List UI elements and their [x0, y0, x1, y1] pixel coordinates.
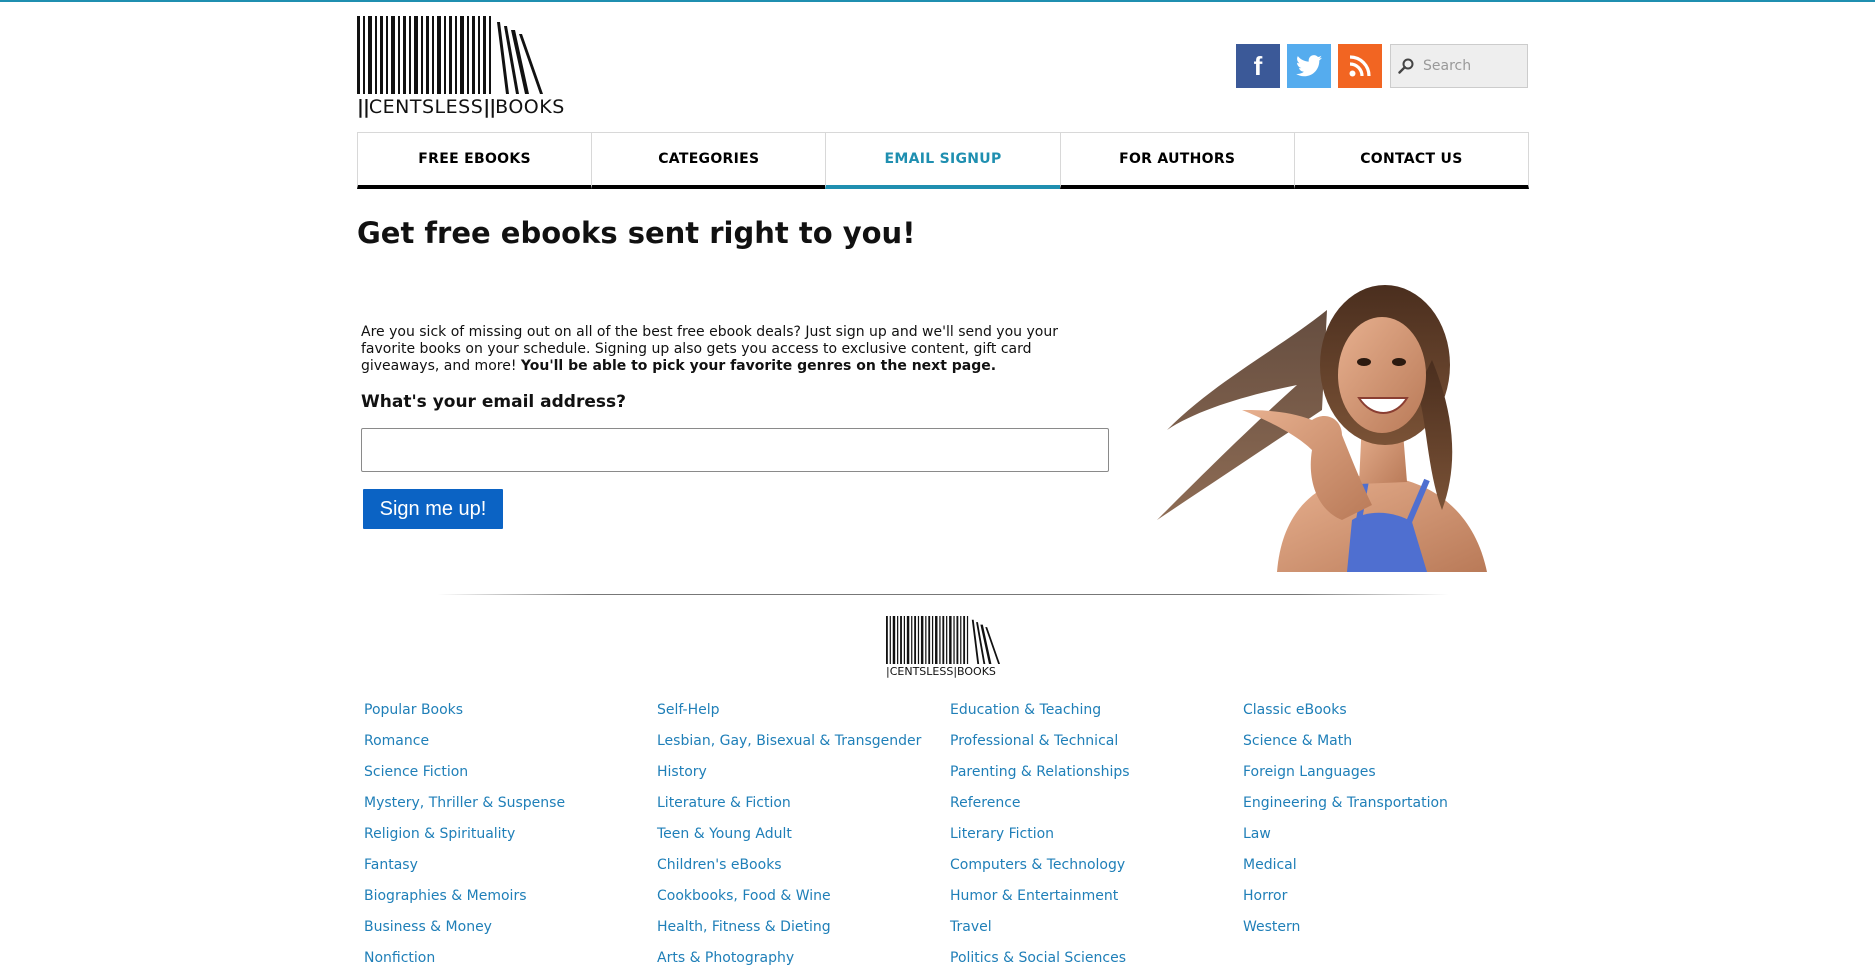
category-column-2: Self-Help Lesbian, Gay, Bisexual & Trans…: [657, 700, 950, 979]
category-link[interactable]: History: [657, 762, 950, 793]
footer-logo-word-right: BOOKS: [957, 665, 996, 678]
category-link[interactable]: Health, Fitness & Dieting: [657, 917, 950, 948]
category-link[interactable]: Humor & Entertainment: [950, 886, 1243, 917]
category-link[interactable]: Science & Math: [1243, 731, 1536, 762]
category-link[interactable]: Parenting & Relationships: [950, 762, 1243, 793]
sign-me-up-button[interactable]: Sign me up!: [363, 489, 503, 529]
logo-wordmark: ||CENTSLESS||BOOKS: [357, 96, 565, 118]
category-link[interactable]: Travel: [950, 917, 1243, 948]
social-links: f: [1236, 44, 1382, 88]
tab-for-authors[interactable]: FOR AUTHORS: [1059, 132, 1294, 189]
tab-email-signup[interactable]: EMAIL SIGNUP: [825, 132, 1060, 189]
search-box: [1390, 44, 1528, 88]
category-column-4: Classic eBooks Science & Math Foreign La…: [1243, 700, 1536, 979]
tab-contact-us[interactable]: CONTACT US: [1293, 132, 1530, 189]
tab-free-ebooks[interactable]: FREE EBOOKS: [357, 132, 592, 189]
facebook-icon: f: [1253, 50, 1263, 81]
category-link[interactable]: Science Fiction: [364, 762, 657, 793]
barcode-books-logo-graphic: [357, 16, 543, 94]
category-link[interactable]: Business & Money: [364, 917, 657, 948]
category-link[interactable]: Cookbooks, Food & Wine: [657, 886, 950, 917]
category-link[interactable]: Romance: [364, 731, 657, 762]
footer-logo-wordmark: |CENTSLESS|BOOKS: [886, 665, 996, 678]
category-link[interactable]: Children's eBooks: [657, 855, 950, 886]
footer-logo-word-left: CENTSLESS: [889, 665, 954, 678]
category-link[interactable]: Literature & Fiction: [657, 793, 950, 824]
category-link[interactable]: Fantasy: [364, 855, 657, 886]
category-link[interactable]: Medical: [1243, 855, 1536, 886]
email-field[interactable]: [361, 428, 1109, 472]
category-link[interactable]: Foreign Languages: [1243, 762, 1536, 793]
rss-button[interactable]: [1338, 44, 1382, 88]
footer-barcode-logo-graphic: [886, 616, 1000, 664]
logo-word-right: BOOKS: [495, 96, 565, 118]
footer-divider: [437, 594, 1449, 595]
category-link[interactable]: Western: [1243, 917, 1536, 948]
signup-intro: Are you sick of missing out on all of th…: [361, 324, 1101, 375]
category-link[interactable]: Self-Help: [657, 700, 950, 731]
logo-word-left: CENTSLESS: [368, 96, 484, 118]
email-label: What's your email address?: [361, 392, 626, 412]
site-logo[interactable]: ||CENTSLESS||BOOKS: [357, 14, 565, 118]
tab-categories[interactable]: CATEGORIES: [591, 132, 826, 189]
smiling-woman-pointing-image: [1157, 285, 1487, 572]
category-link[interactable]: Engineering & Transportation: [1243, 793, 1536, 824]
footer-logo[interactable]: |CENTSLESS|BOOKS: [886, 616, 1000, 678]
category-link[interactable]: Classic eBooks: [1243, 700, 1536, 731]
search-input[interactable]: [1421, 45, 1525, 87]
twitter-icon: [1296, 55, 1322, 77]
category-column-1: Popular Books Romance Science Fiction My…: [364, 700, 657, 979]
category-link[interactable]: Law: [1243, 824, 1536, 855]
category-link[interactable]: Reference: [950, 793, 1243, 824]
category-link[interactable]: Teen & Young Adult: [657, 824, 950, 855]
footer-categories: Popular Books Romance Science Fiction My…: [364, 700, 1536, 979]
category-link[interactable]: Lesbian, Gay, Bisexual & Transgender: [657, 731, 950, 762]
category-link[interactable]: Biographies & Memoirs: [364, 886, 657, 917]
category-column-3: Education & Teaching Professional & Tech…: [950, 700, 1243, 979]
category-link[interactable]: Education & Teaching: [950, 700, 1243, 731]
category-link[interactable]: Literary Fiction: [950, 824, 1243, 855]
category-link[interactable]: Mystery, Thriller & Suspense: [364, 793, 657, 824]
category-link[interactable]: Computers & Technology: [950, 855, 1243, 886]
category-link[interactable]: Professional & Technical: [950, 731, 1243, 762]
rss-icon: [1349, 55, 1371, 77]
category-link[interactable]: Religion & Spirituality: [364, 824, 657, 855]
facebook-button[interactable]: f: [1236, 44, 1280, 88]
category-link[interactable]: Popular Books: [364, 700, 657, 731]
twitter-button[interactable]: [1287, 44, 1331, 88]
category-link[interactable]: Horror: [1243, 886, 1536, 917]
main-nav: FREE EBOOKS CATEGORIES EMAIL SIGNUP FOR …: [357, 132, 1530, 189]
page-title: Get free ebooks sent right to you!: [357, 216, 916, 250]
search-icon[interactable]: [1391, 44, 1421, 88]
signup-intro-bold: You'll be able to pick your favorite gen…: [520, 358, 997, 374]
